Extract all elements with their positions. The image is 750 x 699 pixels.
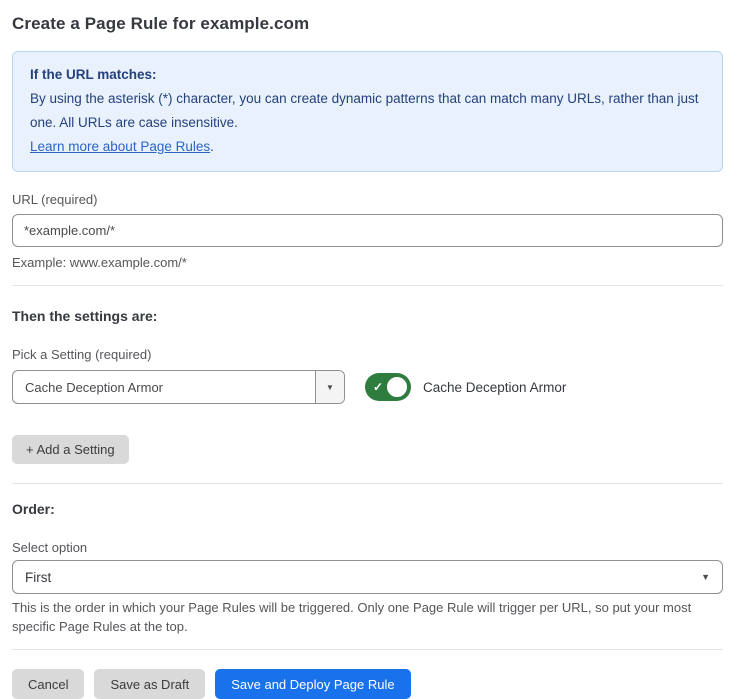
divider	[12, 649, 723, 650]
link-suffix: .	[210, 139, 214, 154]
setting-toggle[interactable]: ✓	[365, 373, 411, 401]
form-actions: Cancel Save as Draft Save and Deploy Pag…	[12, 669, 723, 699]
save-and-deploy-button[interactable]: Save and Deploy Page Rule	[215, 669, 410, 699]
page-title: Create a Page Rule for example.com	[12, 14, 723, 34]
info-box-heading: If the URL matches:	[30, 63, 705, 87]
check-icon: ✓	[373, 381, 383, 393]
divider	[12, 483, 723, 484]
setting-picker-value: Cache Deception Armor	[13, 371, 315, 403]
info-box-link-line: Learn more about Page Rules.	[30, 135, 705, 159]
info-box-body: By using the asterisk (*) character, you…	[30, 87, 705, 135]
settings-section-heading: Then the settings are:	[12, 308, 723, 324]
toggle-knob	[385, 375, 409, 399]
order-section-heading: Order:	[12, 501, 723, 517]
add-setting-button[interactable]: + Add a Setting	[12, 435, 129, 464]
cancel-button[interactable]: Cancel	[12, 669, 84, 699]
order-select[interactable]: First ▼	[12, 560, 723, 594]
toggle-label: Cache Deception Armor	[423, 380, 566, 395]
order-select-value: First	[25, 570, 701, 585]
select-option-label: Select option	[12, 540, 723, 555]
url-input[interactable]	[12, 214, 723, 247]
create-page-rule-form: Create a Page Rule for example.com If th…	[0, 0, 750, 699]
save-as-draft-button[interactable]: Save as Draft	[94, 669, 205, 699]
setting-picker-dropdown[interactable]: Cache Deception Armor ▼	[12, 370, 345, 404]
chevron-down-icon: ▼	[701, 572, 710, 582]
order-help-text: This is the order in which your Page Rul…	[12, 598, 723, 636]
url-example-hint: Example: www.example.com/*	[12, 253, 723, 272]
learn-more-link[interactable]: Learn more about Page Rules	[30, 139, 210, 154]
setting-row: Cache Deception Armor ▼ ✓ Cache Deceptio…	[12, 370, 723, 404]
pick-setting-label: Pick a Setting (required)	[12, 347, 723, 362]
url-match-info-box: If the URL matches: By using the asteris…	[12, 51, 723, 172]
divider	[12, 285, 723, 286]
chevron-down-icon[interactable]: ▼	[315, 371, 344, 403]
url-label: URL (required)	[12, 192, 723, 207]
